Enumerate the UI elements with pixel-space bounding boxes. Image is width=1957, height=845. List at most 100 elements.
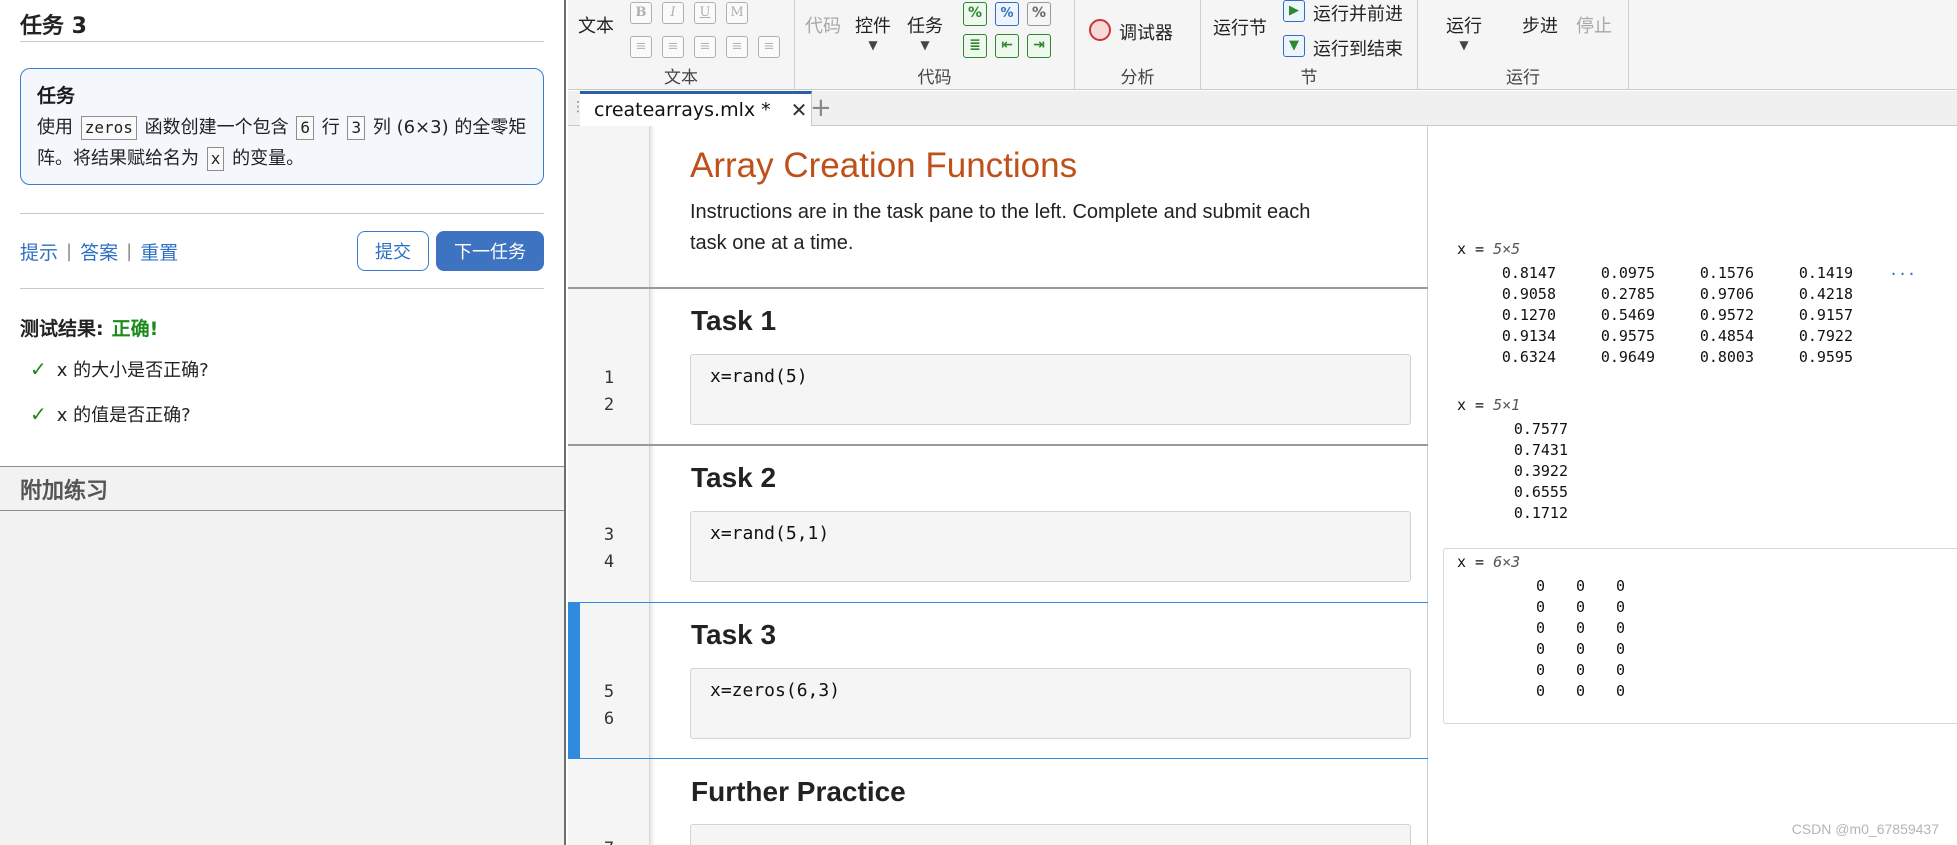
- matrix: 0.7577 0.7431 0.3922 0.6555 0.1712: [1505, 419, 1568, 524]
- matrix-cell: 0: [1535, 661, 1545, 679]
- matrix: 0 0 0 0 0 0 0 0 0 0 0 0 0 0 0 0 0 0: [1505, 576, 1625, 702]
- matrix-row: 0.7431: [1505, 440, 1568, 461]
- more-columns-icon[interactable]: ···: [1889, 265, 1916, 283]
- result-status: 正确!: [111, 318, 159, 340]
- group-label: 节: [1300, 68, 1318, 88]
- matrix-cell: 0.9157: [1798, 306, 1853, 324]
- reset-link[interactable]: 重置: [140, 238, 178, 265]
- matrix-cell: 0.5469: [1600, 306, 1655, 324]
- result-label: 测试结果:: [20, 318, 104, 340]
- check-text: x 的值是否正确?: [56, 405, 191, 426]
- task-box-heading: 任务: [37, 85, 76, 107]
- close-icon[interactable]: ✕: [791, 98, 808, 122]
- further-code-cell[interactable]: [690, 824, 1411, 845]
- matrix: 0.8147 0.0975 0.1576 0.1419 0.9058 0.2785 0.97…: [1457, 263, 1853, 368]
- matrix-row: 0.3922: [1505, 461, 1568, 482]
- text-button[interactable]: 文本: [578, 12, 614, 38]
- extra-practice-heading[interactable]: 附加练习: [0, 467, 564, 511]
- submit-button[interactable]: 提交: [357, 231, 429, 271]
- smart-indent-icon[interactable]: ≣: [963, 34, 987, 58]
- matrix-row: 0.9134 0.9575 0.4854 0.7922: [1457, 326, 1853, 347]
- intro-text[interactable]: Instructions are in the task pane to the…: [690, 197, 1350, 259]
- matrix-cell: 0: [1535, 619, 1545, 637]
- test-result: 测试结果: 正确!: [20, 314, 158, 341]
- divider: [20, 288, 544, 289]
- watermark: CSDN @m0_67859437: [1791, 821, 1939, 837]
- task-button[interactable]: 任务 ▼: [907, 12, 943, 52]
- run-section-button[interactable]: 运行节: [1213, 14, 1267, 40]
- active-section-indicator: [568, 602, 580, 759]
- matrix-cell: 0: [1575, 619, 1585, 637]
- task3-heading[interactable]: Task 3: [691, 619, 776, 651]
- controls-button[interactable]: 控件 ▼: [855, 12, 891, 52]
- document-title[interactable]: Array Creation Functions: [690, 146, 1077, 186]
- code-rows: 6: [296, 116, 315, 140]
- stop-button[interactable]: 停止: [1576, 12, 1612, 38]
- check-item-values: ✓ x 的值是否正确?: [30, 401, 191, 427]
- add-tab-icon[interactable]: +: [810, 93, 832, 123]
- tab-createarrays[interactable]: createarrays.mlx * ✕: [580, 91, 812, 126]
- task-pane: 任务 3 任务 使用 zeros 函数创建一个包含 6 行 3 列 (6×3) …: [0, 0, 566, 845]
- section-group: 运行节 ▶ 运行并前进 ▼ 运行到结束 节: [1201, 0, 1418, 90]
- matrix-cell: 0.8147: [1501, 264, 1556, 282]
- uncomment-icon[interactable]: %: [995, 2, 1019, 26]
- underline-icon[interactable]: U: [694, 2, 716, 24]
- output-x-6x3[interactable]: x = 6×3 0 0 0 0 0 0 0 0 0 0 0 0 0 0 0 0 0 0: [1457, 553, 1625, 702]
- task1-heading[interactable]: Task 1: [691, 305, 776, 337]
- matrix-cell: 0: [1615, 661, 1625, 679]
- group-label: 分析: [1120, 68, 1155, 88]
- next-task-button[interactable]: 下一任务: [436, 231, 544, 271]
- decrease-indent-icon[interactable]: ⇤: [995, 34, 1019, 58]
- matrix-cell: 0.2785: [1600, 285, 1655, 303]
- task3-code-cell[interactable]: x=zeros(6,3): [690, 668, 1411, 739]
- bullet-list-icon[interactable]: ≡: [630, 36, 652, 58]
- run-button[interactable]: 运行 ▼: [1446, 12, 1482, 52]
- answer-link[interactable]: 答案: [80, 238, 118, 265]
- chevron-down-icon: ▼: [868, 38, 878, 52]
- run-advance-button[interactable]: 运行并前进: [1313, 0, 1403, 26]
- matrix-row: 0 0 0: [1505, 660, 1625, 681]
- matrix-cell: 0: [1575, 640, 1585, 658]
- matrix-cell: 0.4854: [1699, 327, 1754, 345]
- matrix-row: 0 0 0: [1505, 639, 1625, 660]
- output-x-5x5[interactable]: x = 5×5 0.8147 0.0975 0.1576 0.1419 0.9058 0.…: [1457, 240, 1916, 368]
- wrap-comment-icon[interactable]: %: [1027, 2, 1051, 26]
- align-center-icon[interactable]: ≡: [726, 36, 748, 58]
- controls-label: 控件: [855, 16, 891, 37]
- matrix-row: 0.1712: [1505, 503, 1568, 524]
- line-number: 1: [603, 368, 615, 388]
- bold-icon[interactable]: B: [630, 2, 652, 24]
- task-title: 任务 3: [20, 14, 87, 39]
- italic-icon[interactable]: I: [662, 2, 684, 24]
- line-number: 6: [603, 709, 615, 729]
- group-label: 文本: [664, 68, 698, 88]
- task2-code-cell[interactable]: x=rand(5,1): [690, 511, 1411, 582]
- matrix-cell: 0: [1615, 640, 1625, 658]
- debugger-button[interactable]: 调试器: [1119, 19, 1173, 45]
- align-right-icon[interactable]: ≡: [758, 36, 780, 58]
- hint-link[interactable]: 提示: [20, 238, 58, 265]
- line-number: 2: [603, 395, 615, 415]
- numbered-list-icon[interactable]: ≡: [662, 36, 684, 58]
- further-practice-heading[interactable]: Further Practice: [691, 776, 906, 808]
- task2-heading[interactable]: Task 2: [691, 462, 776, 494]
- task1-code-cell[interactable]: x=rand(5): [690, 354, 1411, 425]
- analyze-group: 调试器 分析: [1075, 0, 1201, 90]
- tab-label: createarrays.mlx *: [594, 99, 771, 121]
- code-button[interactable]: 代码: [805, 12, 841, 38]
- matrix-cell: 0: [1535, 577, 1545, 595]
- matrix-cell: 0: [1615, 619, 1625, 637]
- matrix-cell: 0.4218: [1798, 285, 1853, 303]
- debugger-icon: [1089, 19, 1111, 41]
- run-to-end-button[interactable]: 运行到结束: [1313, 35, 1403, 61]
- live-script-editor[interactable]: Array Creation Functions Instructions ar…: [568, 126, 1428, 845]
- matrix-cell: 0: [1575, 661, 1585, 679]
- increase-indent-icon[interactable]: ⇥: [1027, 34, 1051, 58]
- matrix-cell: 0.6324: [1501, 348, 1556, 366]
- step-button[interactable]: 步进: [1522, 12, 1558, 38]
- align-left-icon[interactable]: ≡: [694, 36, 716, 58]
- comment-icon[interactable]: %: [963, 2, 987, 26]
- desc-text: 函数创建一个包含: [144, 117, 289, 138]
- monospace-icon[interactable]: M: [726, 2, 748, 24]
- output-x-5x1[interactable]: x = 5×1 0.7577 0.7431 0.3922 0.6555 0.1712: [1457, 396, 1568, 524]
